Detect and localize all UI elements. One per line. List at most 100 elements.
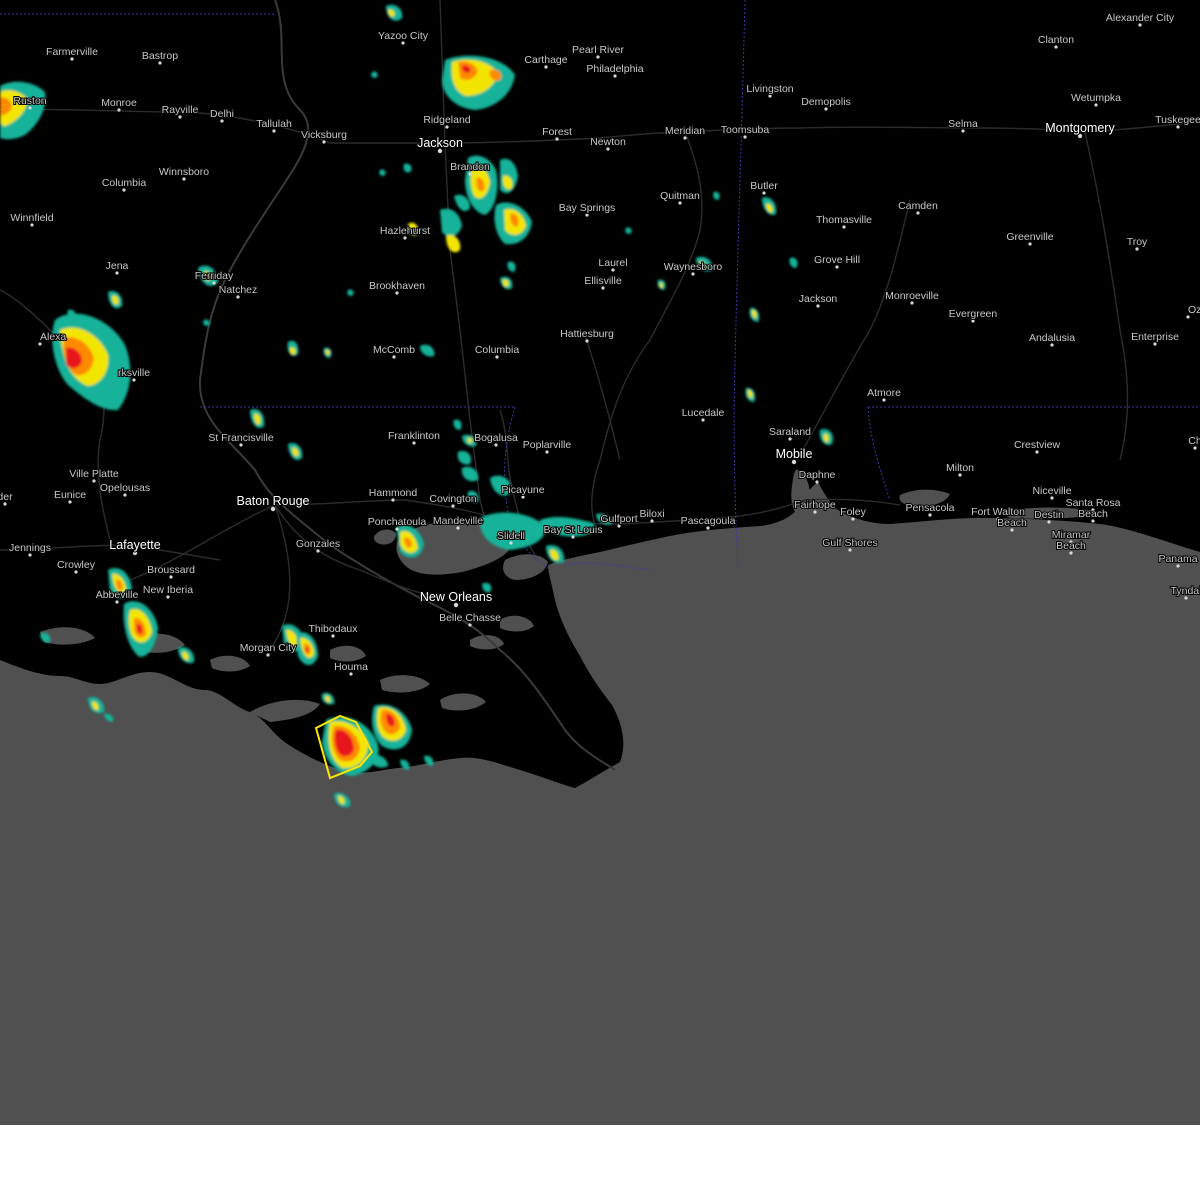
city-label-alexandria: Alexa: [40, 331, 66, 343]
city-label-morgan-city: Morgan City: [240, 642, 297, 654]
city-label-marksville: rksville: [118, 367, 150, 379]
city-label-milton: Milton: [946, 462, 974, 474]
city-label-greenville: Greenville: [1006, 231, 1053, 243]
city-label-mandeville: Mandeville: [433, 515, 483, 527]
city-label-saraland: Saraland: [769, 426, 811, 438]
mississippi-river: [198, 0, 616, 771]
city-label-fairhope: Fairhope: [794, 499, 836, 511]
city-label-opelousas: Opelousas: [100, 482, 150, 494]
city-label-waynesboro: Waynesboro: [664, 261, 723, 273]
city-label-carthage: Carthage: [524, 54, 567, 66]
city-label-atmore: Atmore: [867, 387, 901, 399]
page-footer: [0, 1125, 1200, 1200]
city-label-vicksburg: Vicksburg: [301, 129, 347, 141]
city-label-ozark: Ozark: [1188, 304, 1200, 316]
city-label-newton: Newton: [590, 136, 626, 148]
city-label-daphne: Daphne: [799, 469, 836, 481]
city-label-jena: Jena: [106, 260, 129, 272]
city-label-thibodaux: Thibodaux: [308, 623, 358, 635]
city-label-santa-rosa-beach: Beach: [1078, 508, 1108, 520]
city-label-panama: Panama: [1158, 553, 1197, 565]
city-label-crowley: Crowley: [57, 559, 96, 571]
city-label-winnsboro: Winnsboro: [159, 166, 209, 178]
lake-borgne: [503, 554, 548, 580]
city-label-baton-rouge: Baton Rouge: [237, 494, 310, 508]
city-label-lucedale: Lucedale: [682, 407, 725, 419]
city-label-meridian: Meridian: [665, 125, 705, 137]
city-label-tallulah: Tallulah: [256, 118, 292, 130]
lake-maurepas: [373, 529, 396, 545]
city-label-crestview: Crestview: [1014, 439, 1061, 451]
city-label-mobile: Mobile: [776, 447, 813, 461]
gulf-water: [0, 482, 1200, 1125]
city-label-slidell: Slidell: [497, 530, 525, 542]
city-label-eunice: Eunice: [54, 489, 86, 501]
city-label-farmerville: Farmerville: [46, 46, 98, 58]
city-label-pearl-river: Pearl River: [572, 44, 624, 56]
city-label-broussard: Broussard: [147, 564, 195, 576]
city-label-evergreen: Evergreen: [949, 308, 998, 320]
city-label-troy: Troy: [1127, 236, 1148, 248]
city-label-bay-springs: Bay Springs: [559, 202, 616, 214]
city-label-niceville: Niceville: [1032, 485, 1071, 497]
radar-cell: [0, 81, 46, 140]
city-label-ville-platte: Ville Platte: [69, 468, 119, 480]
city-label-monroeville: Monroeville: [885, 290, 939, 302]
city-label-laurel: Laurel: [598, 257, 627, 269]
radar-map[interactable]: Farmerville Bastrop Ruston Monroe Rayville De…: [0, 0, 1200, 1125]
city-label-mccomb: McComb: [373, 344, 415, 356]
city-label-biloxi: Biloxi: [639, 508, 664, 520]
city-label-hammond: Hammond: [369, 487, 418, 499]
city-label-miramar-beach: Beach: [1056, 540, 1086, 552]
city-label-selma: Selma: [948, 118, 978, 130]
city-label-ponchatoula: Ponchatoula: [368, 516, 427, 528]
city-label-houma: Houma: [334, 661, 368, 673]
city-label-delhi: Delhi: [210, 108, 234, 120]
city-label-picayune: Picayune: [501, 484, 544, 496]
city-label-pensacola: Pensacola: [905, 502, 954, 514]
city-label-new-orleans: New Orleans: [420, 590, 492, 604]
city-label-fort-walton-beach: Beach: [997, 517, 1027, 529]
city-label-ridgeland: Ridgeland: [423, 114, 470, 126]
city-label-camden: Camden: [898, 200, 938, 212]
city-label-hazlehurst: Hazlehurst: [380, 225, 430, 237]
city-label-montgomery: Montgomery: [1045, 121, 1115, 135]
city-label-wetumpka: Wetumpka: [1071, 92, 1121, 104]
city-label-jennings: Jennings: [9, 542, 51, 554]
city-label-columbia-la: Columbia: [102, 177, 147, 189]
city-label-new-iberia: New Iberia: [143, 584, 193, 596]
city-label-yazoo: Yazoo City: [378, 30, 429, 42]
city-label-lafayette: Lafayette: [109, 538, 160, 552]
city-label-rayville: Rayville: [162, 104, 199, 116]
city-label-abbeville: Abbeville: [96, 589, 139, 601]
city-label-philadelphia: Philadelphia: [586, 63, 643, 75]
city-label-natchez: Natchez: [219, 284, 258, 296]
city-label-foley: Foley: [840, 506, 866, 518]
city-label-tyndall: Tyndal: [1171, 585, 1200, 597]
city-label-demopolis: Demopolis: [801, 96, 851, 108]
city-label-bay-st-louis: Bay St Louis: [544, 524, 603, 536]
city-label-winnfield: Winnfield: [10, 212, 53, 224]
city-label-alexander-city: Alexander City: [1106, 12, 1175, 24]
city-label-hattiesburg: Hattiesburg: [560, 328, 614, 340]
city-label-brookhaven: Brookhaven: [369, 280, 425, 292]
city-label-butler: Butler: [750, 180, 778, 192]
city-label-livingston: Livingston: [746, 83, 793, 95]
city-label-franklinton: Franklinton: [388, 430, 440, 442]
city-label-jackson-al: Jackson: [799, 293, 838, 305]
city-label-clanton: Clanton: [1038, 34, 1074, 46]
city-label-brandon: Brandon: [450, 161, 490, 173]
city-label-ferriday: Ferriday: [195, 270, 234, 282]
city-label-ruston: Ruston: [13, 95, 46, 107]
city-label-pascagoula: Pascagoula: [681, 515, 736, 527]
city-label-destin: Destin: [1034, 509, 1064, 521]
city-label-edge-ch: Ch: [1188, 435, 1200, 447]
city-label-andalusia: Andalusia: [1029, 332, 1075, 344]
city-label-jackson: Jackson: [417, 136, 463, 150]
city-label-belle-chasse: Belle Chasse: [439, 612, 501, 624]
city-label-covington: Covington: [429, 493, 476, 505]
city-label-forest: Forest: [542, 126, 572, 138]
city-label-gonzales: Gonzales: [296, 538, 340, 550]
radar-cell-alexandria: [52, 290, 131, 411]
city-label-edge-der: der: [0, 491, 13, 503]
